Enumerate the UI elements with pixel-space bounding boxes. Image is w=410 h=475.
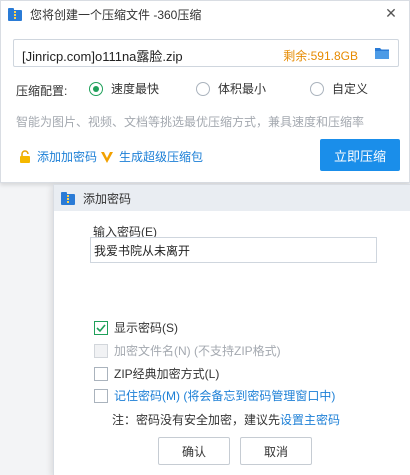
folder-icon[interactable] [374, 46, 390, 60]
compress-hint: 智能为图片、视频、文档等挑选最优压缩方式，兼具速度和压缩率 [16, 115, 365, 129]
zip-classic-encryption-checkbox[interactable]: ZIP经典加密方式(L) [94, 365, 219, 382]
radio-fastest-label: 速度最快 [111, 82, 160, 96]
encrypt-filename-label: 加密文件名(N) (不支持ZIP格式) [114, 344, 281, 358]
main-titlebar[interactable]: 您将创建一个压缩文件 -360压缩 ✕ [1, 1, 409, 27]
radio-indicator[interactable] [89, 81, 103, 96]
remember-password-checkbox[interactable]: 记住密码(M) (将会备忘到密码管理窗口中) [94, 387, 335, 404]
confirm-button[interactable]: 确认 [158, 437, 230, 465]
sfx-link-label[interactable]: 生成超级压缩包 [119, 148, 203, 165]
output-filename[interactable]: [Jinricp.com]o111na露脸.zip [22, 46, 183, 65]
checkbox-indicator[interactable] [94, 320, 108, 335]
cancel-button[interactable]: 取消 [240, 437, 312, 465]
security-note: 注：密码没有安全加密，建议先设置主密码 [112, 411, 340, 428]
checkbox-indicator [94, 343, 108, 358]
free-space-label: 剩余:591.8GB [283, 49, 358, 63]
radio-smallest-label: 体积最小 [218, 82, 267, 96]
radio-custom[interactable]: 自定义 [310, 80, 368, 97]
main-window-title: 您将创建一个压缩文件 -360压缩 [30, 7, 202, 22]
add-password-link[interactable]: 添加加密码 [18, 148, 97, 165]
radio-custom-label: 自定义 [332, 82, 369, 96]
checkbox-indicator[interactable] [94, 388, 108, 403]
radio-fastest[interactable]: 速度最快 [89, 80, 159, 97]
zip-classic-encryption-label: ZIP经典加密方式(L) [114, 367, 220, 381]
zip-app-icon [61, 192, 75, 205]
remember-password-label[interactable]: 记住密码(M) (将会备忘到密码管理窗口中) [114, 387, 335, 404]
show-password-label: 显示密码(S) [114, 321, 178, 335]
zip-app-icon [8, 8, 22, 21]
encrypt-filename-checkbox: 加密文件名(N) (不支持ZIP格式) [94, 342, 281, 359]
add-password-dialog: 添加密码 输入密码(E) 我爱书院从未离开 显示密码(S) 加密文件名(N) (… [53, 184, 410, 475]
password-input[interactable]: 我爱书院从未离开 [90, 237, 377, 263]
checkbox-indicator[interactable] [94, 366, 108, 381]
radio-smallest[interactable]: 体积最小 [196, 80, 266, 97]
radio-indicator[interactable] [196, 81, 210, 96]
close-icon[interactable]: ✕ [383, 5, 399, 21]
sfx-link[interactable]: 生成超级压缩包 [100, 148, 203, 165]
dialog-title: 添加密码 [83, 191, 132, 206]
check-icon [96, 323, 106, 332]
radio-indicator[interactable] [310, 81, 324, 96]
set-master-password-link[interactable]: 设置主密码 [280, 413, 340, 427]
compress-now-button[interactable]: 立即压缩 [320, 139, 400, 171]
add-password-label[interactable]: 添加加密码 [37, 148, 97, 165]
output-path-field[interactable]: [Jinricp.com]o111na露脸.zip 剩余:591.8GB [13, 39, 399, 67]
lock-icon [20, 149, 30, 163]
show-password-checkbox[interactable]: 显示密码(S) [94, 319, 178, 336]
v-sfx-icon [101, 151, 113, 163]
security-note-text: 注：密码没有安全加密，建议先 [112, 413, 281, 427]
compress-config-label: 压缩配置: [16, 84, 68, 98]
compress-window: 您将创建一个压缩文件 -360压缩 ✕ [Jinricp.com]o111na露… [0, 0, 410, 183]
dialog-titlebar[interactable]: 添加密码 [54, 185, 410, 211]
